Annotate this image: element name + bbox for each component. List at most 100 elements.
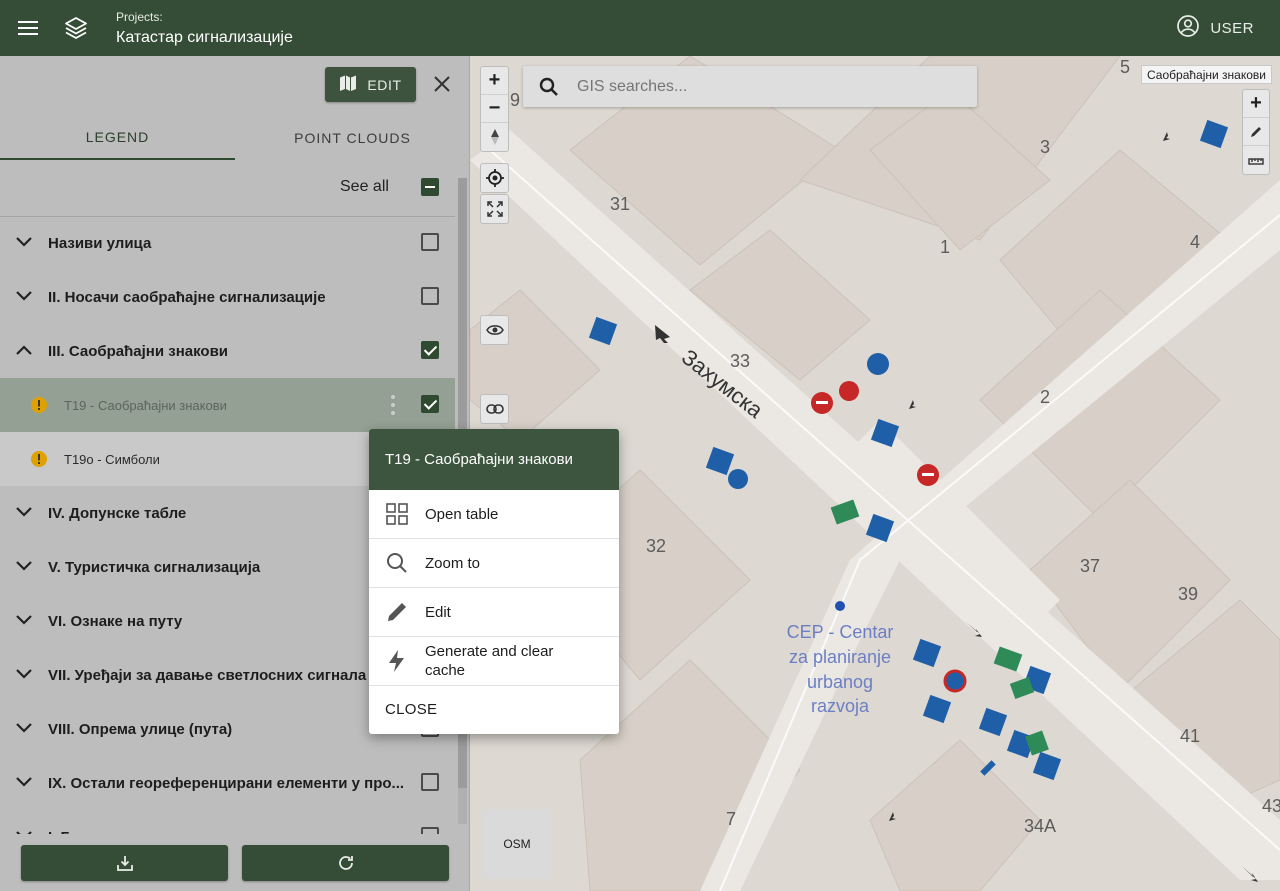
sign-icon bbox=[839, 381, 859, 401]
tab-point-clouds[interactable]: POINT CLOUDS bbox=[235, 116, 470, 160]
poi-label-line: razvoja bbox=[811, 696, 870, 716]
layer-row[interactable]: Називи улица bbox=[0, 216, 455, 270]
chevron-down-icon[interactable] bbox=[14, 772, 34, 792]
measure-button[interactable] bbox=[1243, 146, 1269, 174]
visibility-button[interactable] bbox=[481, 316, 508, 344]
draw-button[interactable] bbox=[1243, 118, 1269, 146]
house-number: 33 bbox=[730, 351, 750, 371]
layer-checkbox[interactable] bbox=[421, 287, 439, 305]
gis-search-input[interactable] bbox=[577, 77, 937, 96]
menu-item-edit[interactable]: Edit bbox=[369, 588, 619, 637]
ruler-icon bbox=[1248, 158, 1264, 165]
layer-row[interactable]: I. Г... bbox=[0, 810, 455, 834]
tab-legend[interactable]: LEGEND bbox=[0, 116, 235, 160]
chevron-down-icon[interactable] bbox=[14, 718, 34, 738]
layer-checkbox[interactable] bbox=[421, 827, 439, 834]
menu-item-zoom-to[interactable]: Zoom to bbox=[369, 539, 619, 588]
edit-button-label: EDIT bbox=[367, 76, 402, 93]
layers-icon[interactable] bbox=[62, 14, 90, 42]
sign-icon bbox=[705, 446, 735, 476]
more-vert-icon[interactable] bbox=[388, 393, 398, 417]
projects-label: Projects: bbox=[116, 10, 163, 24]
chevron-down-icon[interactable] bbox=[14, 232, 34, 252]
context-menu-close-button[interactable]: CLOSE bbox=[369, 686, 619, 732]
compass-icon bbox=[490, 129, 499, 145]
house-number: 7 bbox=[726, 809, 736, 829]
draw-tools: + bbox=[1242, 89, 1270, 175]
account-icon bbox=[1176, 14, 1200, 42]
zoom-in-button[interactable]: + bbox=[481, 67, 508, 95]
sublayer-label: T19 - Саобраћајни знакови bbox=[64, 397, 227, 413]
house-number: 9 bbox=[510, 90, 520, 110]
layer-checkbox[interactable] bbox=[421, 773, 439, 791]
app-header: Projects: Катастар сигнализације USER bbox=[0, 0, 1280, 56]
sublayer-row[interactable]: T19 - Саобраћајни знакови bbox=[0, 378, 455, 432]
edit-button[interactable]: EDIT bbox=[325, 67, 416, 102]
menu-icon[interactable] bbox=[14, 14, 42, 42]
basemap-switcher[interactable]: OSM bbox=[482, 809, 552, 879]
layer-label: IV. Допунске табле bbox=[48, 504, 187, 522]
fullscreen-control bbox=[480, 194, 509, 224]
user-menu[interactable]: USER bbox=[1176, 15, 1254, 41]
fullscreen-button[interactable] bbox=[481, 195, 508, 223]
sign-icon bbox=[1199, 119, 1229, 149]
see-all-label: See all bbox=[340, 178, 389, 195]
menu-item-label: Edit bbox=[425, 603, 451, 621]
zoom-out-button[interactable]: − bbox=[481, 95, 508, 123]
house-number: 1 bbox=[940, 237, 950, 257]
sign-icon bbox=[1032, 751, 1062, 781]
layer-checkbox[interactable] bbox=[421, 233, 439, 251]
visibility-control bbox=[480, 315, 509, 345]
chevron-up-icon[interactable] bbox=[14, 340, 34, 360]
layer-row[interactable]: II. Носачи саобраћајне сигнализације bbox=[0, 270, 455, 324]
chevron-down-icon[interactable] bbox=[14, 502, 34, 522]
layer-label: VIII. Опрема улице (пута) bbox=[48, 720, 233, 738]
warning-icon bbox=[31, 397, 47, 413]
download-icon bbox=[116, 856, 133, 871]
house-number: 3 bbox=[1040, 137, 1050, 157]
layer-row[interactable]: IX. Остали геореференцирани елементи у п… bbox=[0, 756, 455, 810]
menu-item-generate-cache[interactable]: Generate and clear cache bbox=[369, 637, 619, 686]
chevron-down-icon[interactable] bbox=[14, 826, 34, 834]
compass-button[interactable] bbox=[481, 123, 508, 151]
sublayer-checkbox[interactable] bbox=[421, 395, 439, 413]
chevron-down-icon[interactable] bbox=[14, 556, 34, 576]
house-number: 32 bbox=[646, 536, 666, 556]
eye-icon bbox=[485, 325, 504, 335]
poi-label-line: urbanog bbox=[807, 672, 873, 692]
refresh-button[interactable] bbox=[242, 845, 449, 881]
link-button[interactable] bbox=[481, 395, 508, 423]
sign-icon bbox=[867, 353, 889, 375]
pencil-icon bbox=[1251, 126, 1261, 137]
menu-item-open-table[interactable]: Open table bbox=[369, 490, 619, 539]
layer-row[interactable]: III. Саобраћајни знакови bbox=[0, 324, 455, 378]
add-feature-button[interactable]: + bbox=[1243, 90, 1269, 118]
layer-label: V. Туристичка сигнализација bbox=[48, 558, 261, 576]
house-number: 39 bbox=[1178, 584, 1198, 604]
search-icon bbox=[539, 77, 558, 96]
chevron-down-icon[interactable] bbox=[14, 664, 34, 684]
layer-label: VII. Уређаји за давање светлосних сигнал… bbox=[48, 666, 367, 684]
context-menu-title: T19 - Саобраћајни знакови bbox=[369, 429, 619, 490]
chevron-down-icon[interactable] bbox=[14, 286, 34, 306]
sign-icon bbox=[912, 638, 942, 668]
search-icon bbox=[387, 553, 407, 573]
see-all-checkbox[interactable] bbox=[421, 178, 439, 196]
layer-label: III. Саобраћајни знакови bbox=[48, 342, 229, 360]
layer-checkbox[interactable] bbox=[421, 341, 439, 359]
warning-icon bbox=[31, 451, 47, 467]
sign-icon bbox=[728, 469, 748, 489]
download-button[interactable] bbox=[21, 845, 228, 881]
chevron-down-icon[interactable] bbox=[14, 610, 34, 630]
layer-label: I. Г... bbox=[48, 810, 408, 835]
poi-label-line: za planiranje bbox=[789, 647, 891, 667]
menu-item-label: Open table bbox=[425, 505, 499, 523]
locate-button[interactable] bbox=[481, 164, 508, 192]
refresh-icon bbox=[338, 856, 353, 870]
house-number: 41 bbox=[1180, 726, 1200, 746]
lightning-icon bbox=[389, 650, 404, 672]
house-number: 5 bbox=[1120, 57, 1130, 77]
house-number: 4 bbox=[1190, 232, 1200, 252]
close-panel-icon[interactable] bbox=[430, 72, 454, 96]
gis-search-bar bbox=[523, 66, 977, 107]
